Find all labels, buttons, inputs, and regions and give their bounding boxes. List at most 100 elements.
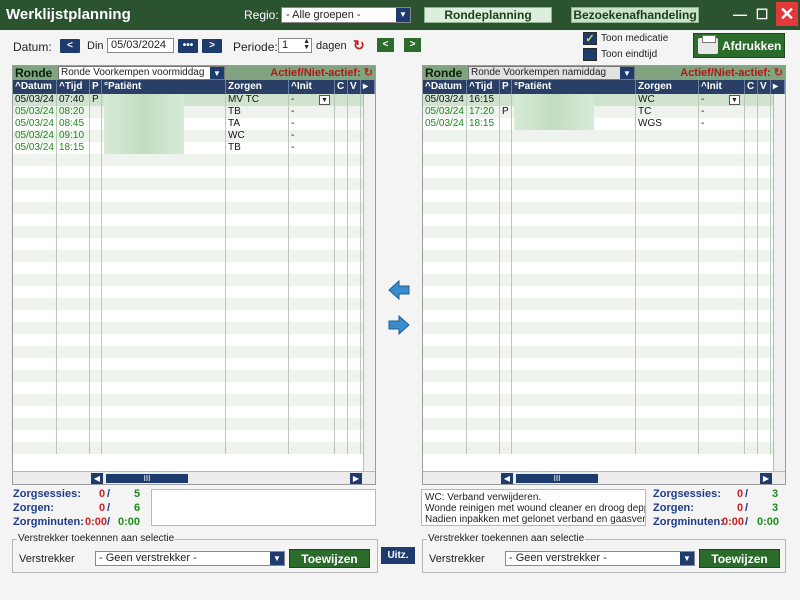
verstrekker-value: - Geen verstrekker - xyxy=(509,552,607,564)
arrow-right-icon[interactable] xyxy=(387,314,411,336)
verstrekker-select[interactable]: - Geen verstrekker - ▼ xyxy=(95,551,285,566)
column-header-tijd[interactable]: ^Tijd xyxy=(467,80,500,94)
toewijzen-button[interactable]: Toewijzen xyxy=(699,549,780,568)
table-row-empty xyxy=(13,214,375,226)
table-row[interactable]: 05/03/24 18:15 TB - xyxy=(13,142,375,154)
actief-toggle[interactable]: Actief/Niet-actief: ↻ xyxy=(680,66,783,80)
cell-zorgen: WC xyxy=(638,94,655,105)
vertical-scrollbar[interactable] xyxy=(363,94,375,471)
cell-tijd: 08:45 xyxy=(59,118,85,129)
zorgen-selected: 0 xyxy=(737,502,744,514)
column-divider xyxy=(101,94,102,454)
cell-patient-redacted xyxy=(104,94,184,106)
column-header-datum[interactable]: ^Datum xyxy=(13,80,57,94)
maximize-button[interactable]: ☐ xyxy=(752,4,772,24)
toon-medicatie-checkbox[interactable]: ✓ xyxy=(583,32,597,45)
scroll-thumb[interactable]: III xyxy=(106,474,188,483)
column-header-c[interactable]: C xyxy=(335,80,348,94)
close-button[interactable]: ✕ xyxy=(776,2,798,26)
chevron-down-icon[interactable]: ▼ xyxy=(319,95,330,105)
date-picker-button[interactable]: ••• xyxy=(178,39,198,53)
scroll-right-icon[interactable]: ▶ xyxy=(350,473,362,484)
cell-datum: 05/03/24 xyxy=(15,118,54,129)
zorgminuten-selected: 0:00 xyxy=(85,516,108,528)
regio-select[interactable]: - Alle groepen - ▼ xyxy=(281,7,411,23)
table-row-empty xyxy=(13,382,375,394)
column-divider xyxy=(225,94,226,454)
chevron-down-icon: ▼ xyxy=(270,552,284,565)
table-row[interactable]: 05/03/24 18:15 WGS - xyxy=(423,118,785,130)
toewijzen-button[interactable]: Toewijzen xyxy=(289,549,370,568)
column-header-v[interactable]: V xyxy=(348,80,361,94)
column-header-c[interactable]: C xyxy=(745,80,758,94)
table-row-empty xyxy=(13,358,375,370)
verstrekker-group-left: Verstrekker toekennen aan selectie Verst… xyxy=(12,533,378,573)
cell-patient-redacted xyxy=(514,118,594,130)
minimize-button[interactable]: — xyxy=(730,4,750,24)
regio-label: Regio: xyxy=(244,8,279,22)
column-header-datum[interactable]: ^Datum xyxy=(423,80,467,94)
column-header-tijd[interactable]: ^Tijd xyxy=(57,80,90,94)
column-header-more[interactable]: ▸ xyxy=(771,80,785,94)
cell-zorgen: WC xyxy=(228,130,245,141)
zorgminuten-total: 0:00 xyxy=(118,516,141,528)
table-row[interactable]: 05/03/24 08:20 TB - xyxy=(13,106,375,118)
horizontal-scrollbar[interactable]: ◀ III ▶ xyxy=(13,471,375,484)
shift-right-button[interactable]: > xyxy=(404,38,421,52)
vertical-scrollbar[interactable] xyxy=(773,94,785,471)
prev-day-button[interactable]: < xyxy=(60,39,80,53)
zorgen-label: Zorgen: xyxy=(13,502,54,514)
column-header-init[interactable]: ^Init xyxy=(699,80,745,94)
table-row-empty xyxy=(13,298,375,310)
table-row[interactable]: 05/03/24 08:45 TA - xyxy=(13,118,375,130)
table-row[interactable]: 05/03/24 16:15 WC - ▼ xyxy=(423,94,785,106)
spinner-icon[interactable]: ▲ ▼ xyxy=(303,38,310,51)
cell-init: - xyxy=(291,130,295,141)
table-row-empty xyxy=(423,322,785,334)
column-header-init[interactable]: ^Init xyxy=(289,80,335,94)
scroll-left-icon[interactable]: ◀ xyxy=(91,473,103,484)
column-header-patient[interactable]: °Patiënt xyxy=(102,80,226,94)
toon-eindtijd-checkbox[interactable]: ✓ xyxy=(583,48,597,61)
table-row-empty xyxy=(423,334,785,346)
refresh-icon[interactable]: ↻ xyxy=(353,37,365,54)
column-header-zorgen[interactable]: Zorgen xyxy=(226,80,289,94)
table-row[interactable]: 05/03/24 09:10 WC - xyxy=(13,130,375,142)
date-field[interactable]: 05/03/2024 xyxy=(107,38,174,53)
ronde-select[interactable]: Ronde Voorkempen voormiddag ▼ xyxy=(58,66,225,80)
table-row-empty xyxy=(423,382,785,394)
table-row-empty xyxy=(13,370,375,382)
tab-bezoekenafhandeling[interactable]: Bezoekenafhandeling xyxy=(571,7,699,23)
arrow-left-icon[interactable] xyxy=(387,279,411,301)
next-day-button[interactable]: > xyxy=(202,39,222,53)
cell-init: - xyxy=(701,118,705,129)
column-header-p[interactable]: P xyxy=(90,80,102,94)
column-header-zorgen[interactable]: Zorgen xyxy=(636,80,699,94)
cell-datum: 05/03/24 xyxy=(15,106,54,117)
scroll-left-icon[interactable]: ◀ xyxy=(501,473,513,484)
table-row[interactable]: 05/03/24 17:20 P TC - xyxy=(423,106,785,118)
uitz-button[interactable]: Uitz. xyxy=(381,547,415,564)
tab-rondeplanning[interactable]: Rondeplanning xyxy=(424,7,552,23)
chevron-down-icon[interactable]: ▼ xyxy=(729,95,740,105)
column-header-patient[interactable]: °Patiënt xyxy=(512,80,636,94)
care-note-box xyxy=(151,489,376,526)
actief-toggle[interactable]: Actief/Niet-actief: ↻ xyxy=(270,66,373,80)
column-divider xyxy=(347,94,348,454)
shift-left-button[interactable]: < xyxy=(377,38,394,52)
column-header-p[interactable]: P xyxy=(500,80,512,94)
scroll-right-icon[interactable]: ▶ xyxy=(760,473,772,484)
periode-stepper[interactable]: 1 ▲ ▼ xyxy=(278,38,312,53)
cell-zorgen: MV TC xyxy=(228,94,259,105)
table-row[interactable]: 05/03/24 07:40 P MV TC - ▼ xyxy=(13,94,375,106)
table-row-empty xyxy=(423,238,785,250)
column-header-more[interactable]: ▸ xyxy=(361,80,375,94)
print-button[interactable]: Afdrukken xyxy=(693,33,785,58)
zorgminuten-total: 0:00 xyxy=(757,516,780,528)
scroll-thumb[interactable]: III xyxy=(516,474,598,483)
ronde-select[interactable]: Ronde Voorkempen namiddag ▼ xyxy=(468,66,635,80)
column-header-v[interactable]: V xyxy=(758,80,771,94)
verstrekker-select[interactable]: - Geen verstrekker - ▼ xyxy=(505,551,695,566)
horizontal-scrollbar[interactable]: ◀ III ▶ xyxy=(423,471,785,484)
table-row-empty xyxy=(13,226,375,238)
